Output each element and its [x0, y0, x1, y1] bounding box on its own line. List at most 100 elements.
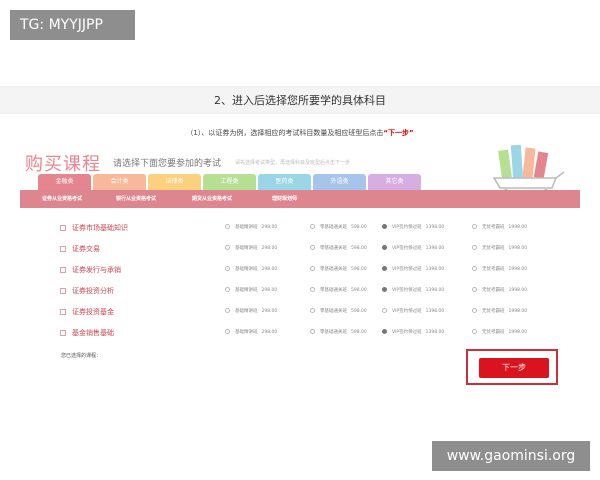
option-zero-basis[interactable]: 零基础通关班 598.00 — [310, 224, 367, 230]
panel-title: 购买课程 — [25, 154, 101, 175]
radio-icon[interactable] — [310, 287, 315, 292]
option-price: 1398.00 — [425, 267, 445, 272]
radio-icon[interactable] — [225, 329, 230, 334]
option-label: 零基础通关班 — [320, 246, 347, 251]
tab-other[interactable]: 其它类 — [368, 174, 421, 190]
option-label: 零基础通关班 — [320, 330, 347, 335]
tab-engineering[interactable]: 工程类 — [203, 174, 256, 190]
option-zero-basis[interactable]: 零基础通关班 598.00 — [310, 266, 367, 272]
course-checkbox[interactable] — [60, 330, 66, 336]
option-price: 298.00 — [261, 288, 278, 293]
radio-icon[interactable] — [472, 329, 477, 334]
radio-icon[interactable] — [472, 287, 477, 292]
option-price: 298.00 — [261, 267, 278, 272]
radio-icon[interactable] — [472, 224, 477, 229]
step-title-bar: 2、进入后选择您所要学的具体科目 — [0, 86, 600, 114]
option-basic[interactable]: 基础精讲班 298.00 — [225, 245, 277, 251]
option-premium[interactable]: 无忧考霸班 1998.00 — [472, 224, 527, 230]
option-basic[interactable]: 基础精讲班 298.00 — [225, 308, 277, 314]
option-basic[interactable]: 基础精讲班 298.00 — [225, 224, 277, 230]
tab-finance[interactable]: 金融类 — [38, 174, 91, 190]
course-name: 证券投资基金 — [72, 308, 114, 316]
option-premium[interactable]: 无忧考霸班 1998.00 — [472, 266, 527, 272]
option-vip[interactable]: VIP签约保过班 1398.00 — [382, 266, 444, 272]
tab-law[interactable]: 法律类 — [148, 174, 201, 190]
page: TG: MYYJJPP 2、进入后选择您所要学的具体科目 （1）、以证券为例，选… — [0, 0, 600, 480]
category-financial-planner[interactable]: 理财规划师 — [272, 190, 297, 208]
option-price: 1398.00 — [425, 246, 445, 251]
option-basic[interactable]: 基础精讲班 298.00 — [225, 266, 277, 272]
radio-icon[interactable] — [310, 308, 315, 313]
radio-icon[interactable] — [472, 245, 477, 250]
next-step-button[interactable]: 下一步 — [479, 358, 549, 378]
radio-icon[interactable] — [382, 224, 387, 229]
course-row: 证券市场基础知识 基础精讲班 298.00 零基础通关班 598.00 VIP签约保过班 1… — [20, 218, 580, 239]
tab-language[interactable]: 外语类 — [313, 174, 366, 190]
instruction-text: （1）、以证券为例，选择相应的考试科目数量及相应班型后点击“下一步” — [0, 128, 600, 138]
option-price: 598.00 — [351, 309, 367, 314]
panel-hint: 请先选择考试类型，再选择科目及班型后点击下一步 — [235, 160, 351, 166]
option-zero-basis[interactable]: 零基础通关班 598.00 — [310, 287, 367, 293]
option-vip[interactable]: VIP签约保过班 1398.00 — [382, 245, 444, 251]
chosen-courses-label: 您已选择的课程： — [61, 353, 102, 359]
radio-icon[interactable] — [382, 308, 387, 313]
option-label: 无忧考霸班 — [482, 288, 505, 293]
option-vip[interactable]: VIP签约保过班 1398.00 — [382, 308, 444, 314]
radio-icon[interactable] — [310, 245, 315, 250]
radio-icon[interactable] — [382, 287, 387, 292]
course-checkbox[interactable] — [60, 246, 66, 252]
course-name: 基金销售基础 — [72, 329, 114, 337]
option-label: VIP签约保过班 — [392, 225, 422, 230]
option-basic[interactable]: 基础精讲班 298.00 — [225, 287, 277, 293]
radio-icon[interactable] — [225, 308, 230, 313]
option-vip[interactable]: VIP签约保过班 1398.00 — [382, 329, 444, 335]
radio-icon[interactable] — [310, 329, 315, 334]
option-label: 零基础通关班 — [320, 225, 347, 230]
radio-icon[interactable] — [310, 266, 315, 271]
option-price: 1398.00 — [425, 225, 445, 230]
option-vip[interactable]: VIP签约保过班 1398.00 — [382, 287, 444, 293]
tab-accounting[interactable]: 会计类 — [93, 174, 146, 190]
course-checkbox[interactable] — [60, 309, 66, 315]
option-price: 298.00 — [261, 246, 278, 251]
tab-medicine[interactable]: 医药类 — [258, 174, 311, 190]
radio-icon[interactable] — [225, 224, 230, 229]
option-price: 298.00 — [261, 309, 278, 314]
option-zero-basis[interactable]: 零基础通关班 598.00 — [310, 245, 367, 251]
option-price: 298.00 — [261, 225, 278, 230]
radio-icon[interactable] — [382, 266, 387, 271]
option-zero-basis[interactable]: 零基础通关班 598.00 — [310, 308, 367, 314]
category-banking[interactable]: 银行从业资格考试 — [116, 190, 156, 208]
option-premium[interactable]: 无忧考霸班 1998.00 — [472, 287, 527, 293]
option-label: 无忧考霸班 — [482, 330, 505, 335]
course-name: 证券市场基础知识 — [72, 224, 128, 232]
course-checkbox[interactable] — [60, 288, 66, 294]
course-checkbox[interactable] — [60, 225, 66, 231]
option-label: 基础精讲班 — [235, 267, 258, 272]
option-premium[interactable]: 无忧考霸班 1998.00 — [472, 308, 527, 314]
radio-icon[interactable] — [382, 329, 387, 334]
radio-icon[interactable] — [225, 245, 230, 250]
radio-icon[interactable] — [472, 308, 477, 313]
option-label: 无忧考霸班 — [482, 225, 505, 230]
category-securities[interactable]: 证券从业资格考试 — [42, 190, 82, 208]
option-vip[interactable]: VIP签约保过班 1398.00 — [382, 224, 444, 230]
course-panel: 购买课程 请选择下面您要参加的考试 请先选择考试类型，再选择科目及班型后点击下一… — [20, 142, 580, 392]
option-basic[interactable]: 基础精讲班 298.00 — [225, 329, 277, 335]
option-zero-basis[interactable]: 零基础通关班 598.00 — [310, 329, 367, 335]
category-futures[interactable]: 期货从业资格考试 — [192, 190, 232, 208]
radio-icon[interactable] — [472, 266, 477, 271]
option-premium[interactable]: 无忧考霸班 1998.00 — [472, 329, 527, 335]
option-label: 无忧考霸班 — [482, 309, 505, 314]
radio-icon[interactable] — [382, 245, 387, 250]
option-premium[interactable]: 无忧考霸班 1998.00 — [472, 245, 527, 251]
course-name: 证券投资分析 — [72, 287, 114, 295]
radio-icon[interactable] — [310, 224, 315, 229]
radio-icon[interactable] — [225, 287, 230, 292]
radio-icon[interactable] — [225, 266, 230, 271]
course-row: 证券交易 基础精讲班 298.00 零基础通关班 598.00 VIP签约保过班 1398.… — [20, 239, 580, 260]
option-label: VIP签约保过班 — [392, 330, 422, 335]
course-checkbox[interactable] — [60, 267, 66, 273]
option-price: 1398.00 — [425, 288, 445, 293]
shopping-cart-icon — [492, 144, 565, 195]
